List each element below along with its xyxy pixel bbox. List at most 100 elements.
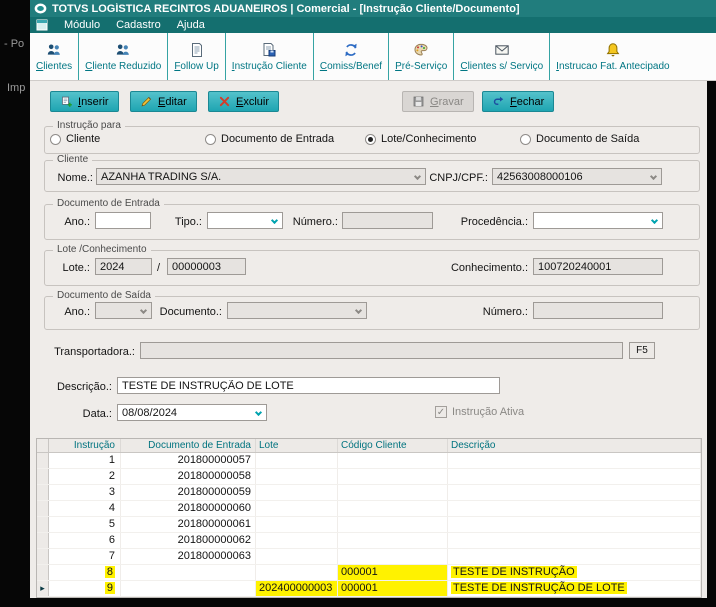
menu-modulo[interactable]: Módulo: [64, 19, 100, 31]
grid-cell-instrucao: 2: [49, 469, 121, 484]
row-indicator: [37, 501, 49, 516]
grid-cell-lote: [256, 485, 338, 500]
grid-cell-descricao: [448, 453, 701, 468]
grid-cell-codigo-cliente: [338, 485, 448, 500]
menu-cadastro[interactable]: Cadastro: [116, 19, 161, 31]
grid-cell-codigo-cliente: [338, 453, 448, 468]
instrucao-ativa-checkbox: ✓: [435, 406, 447, 418]
grid-cell-doc-entrada: 201800000060: [121, 501, 256, 516]
saida-numero-label: Número.:: [482, 306, 528, 318]
conhecimento-value: 100720240001: [538, 260, 612, 273]
radio-cliente[interactable]: Cliente: [50, 133, 100, 145]
data-combo[interactable]: 08/08/2024: [117, 404, 267, 421]
instrucoes-grid: Instrução Documento de Entrada Lote Código …: [36, 438, 702, 598]
editar-button[interactable]: Editar: [130, 91, 197, 112]
radio-documento-de-saida[interactable]: Documento de Saída: [520, 133, 639, 145]
grid-row[interactable]: 1 201800000057: [37, 453, 701, 469]
procedencia-label: Procedência.:: [460, 216, 528, 228]
grid-cell-instrucao: 4: [49, 501, 121, 516]
grid-cell-instrucao: 7: [49, 549, 121, 564]
transportadora-label: Transportadora.:: [54, 346, 135, 358]
lote-ano-input: 2024: [95, 258, 152, 275]
transportadora-input: [140, 342, 623, 359]
toolbar-item-label: Follow Up: [174, 60, 219, 72]
grid-cell-instrucao: 9: [49, 581, 121, 596]
grid-row[interactable]: ▸ 9 202400000003 000001 TESTE DE INSTRUÇÃO D…: [37, 581, 701, 597]
entrada-numero-label: Número.:: [292, 216, 338, 228]
f5-lookup-button[interactable]: F5: [629, 342, 655, 359]
grid-row[interactable]: 8 000001 TESTE DE INSTRUÇÃO: [37, 565, 701, 581]
grid-cell-instrucao: 1: [49, 453, 121, 468]
grid-cell-codigo-cliente: [338, 517, 448, 532]
lote-label: Lote.:: [62, 262, 90, 274]
grid-cell-text: 7: [108, 550, 115, 562]
lote-numero-input: 00000003: [167, 258, 246, 275]
instrucao-para-options: Cliente Documento de Entrada Lote/Conhecim…: [44, 127, 700, 153]
fechar-label: Fechar: [510, 95, 545, 108]
toolbar-item-label: Clientes: [36, 60, 73, 72]
lote-numero-value: 00000003: [172, 260, 221, 273]
chevron-down-icon: [649, 172, 658, 181]
toolbar-item-cliente-reduzido[interactable]: Cliente Reduzido: [79, 33, 167, 80]
menu-ajuda[interactable]: Ajuda: [177, 19, 205, 31]
toolbar-item-instrucao-cliente[interactable]: Instrução Cliente: [226, 33, 313, 80]
grid-cell-text: 6: [108, 534, 115, 546]
grid-cell-lote: [256, 549, 338, 564]
grid-row[interactable]: 6 201800000062: [37, 533, 701, 549]
grid-cell-lote: 202400000003: [256, 581, 338, 596]
toolbar-item-follow-up[interactable]: Follow Up: [168, 33, 224, 80]
conhecimento-input: 100720240001: [533, 258, 663, 275]
grid-row[interactable]: 4 201800000060: [37, 501, 701, 517]
radio-lote-conhecimento[interactable]: Lote/Conhecimento: [365, 133, 476, 145]
radio-dot-icon: [365, 133, 376, 145]
row-indicator-header: [37, 439, 49, 452]
insert-record-icon: [60, 95, 73, 108]
toolbar-item-label: Comiss/Benef: [319, 60, 383, 72]
grid-header: Instrução Documento de Entrada Lote Código …: [37, 439, 701, 453]
radio-label: Documento de Saída: [536, 133, 640, 145]
excluir-button[interactable]: Excluir: [208, 91, 280, 112]
toolbar-item-pre-servico[interactable]: Pré-Serviço: [389, 33, 453, 80]
radio-dot-icon: [205, 133, 216, 145]
toolbar-item-label: Pré-Serviço: [395, 60, 448, 72]
grid-row[interactable]: 5 201800000061: [37, 517, 701, 533]
chevron-down-icon: [254, 408, 263, 417]
radio-dot-icon: [520, 133, 531, 145]
groupbox-documento-entrada-legend: Documento de Entrada: [53, 198, 164, 209]
toolbar-item-comiss-benef[interactable]: Comiss/Benef: [314, 33, 388, 80]
grid-row[interactable]: 3 201800000059: [37, 485, 701, 501]
grid-column-header-codigo-cliente: Código Cliente: [338, 439, 448, 452]
toolbar-item-clientes[interactable]: Clientes: [30, 33, 78, 80]
entrada-tipo-label: Tipo.:: [174, 216, 202, 228]
page-icon: [189, 42, 205, 58]
entrada-tipo-combo[interactable]: [207, 212, 283, 229]
grid-cell-doc-entrada: 201800000057: [121, 453, 256, 468]
grid-cell-descricao: [448, 469, 701, 484]
procedencia-combo[interactable]: [533, 212, 663, 229]
gravar-label: Gravar: [430, 95, 464, 108]
grid-row[interactable]: 7 201800000063: [37, 549, 701, 565]
groupbox-lote-conhecimento-legend: Lote /Conhecimento: [53, 244, 151, 255]
grid-cell-codigo-cliente: [338, 549, 448, 564]
nome-label: Nome.:: [57, 172, 93, 184]
row-indicator: [37, 565, 49, 580]
entrada-ano-input[interactable]: [95, 212, 151, 229]
grid-row[interactable]: 2 201800000058: [37, 469, 701, 485]
radio-documento-de-entrada[interactable]: Documento de Entrada: [205, 133, 334, 145]
toolbar-item-instrucao-fat-antecipado[interactable]: Instrucao Fat. Antecipado: [550, 33, 675, 80]
inserir-button[interactable]: Inserir: [50, 91, 119, 112]
grid-column-header-lote: Lote: [256, 439, 338, 452]
excluir-label: Excluir: [236, 95, 270, 108]
people-icon: [115, 42, 131, 58]
toolbar-item-clientes-s-servico[interactable]: Clientes s/ Serviço: [454, 33, 549, 80]
cnpj-label: CNPJ/CPF.:: [429, 172, 488, 184]
fechar-button[interactable]: Fechar: [482, 91, 555, 112]
lote-separator: /: [157, 262, 161, 274]
grid-cell-doc-entrada: 201800000062: [121, 533, 256, 548]
current-row-indicator: ▸: [37, 581, 49, 596]
descricao-input[interactable]: TESTE DE INSTRUÇÃO DE LOTE: [117, 377, 500, 394]
row-indicator: [37, 485, 49, 500]
grid-body: 1 201800000057 2 201800000058 3 201800000059 4…: [37, 453, 701, 597]
grid-cell-lote: [256, 533, 338, 548]
row-indicator: [37, 517, 49, 532]
